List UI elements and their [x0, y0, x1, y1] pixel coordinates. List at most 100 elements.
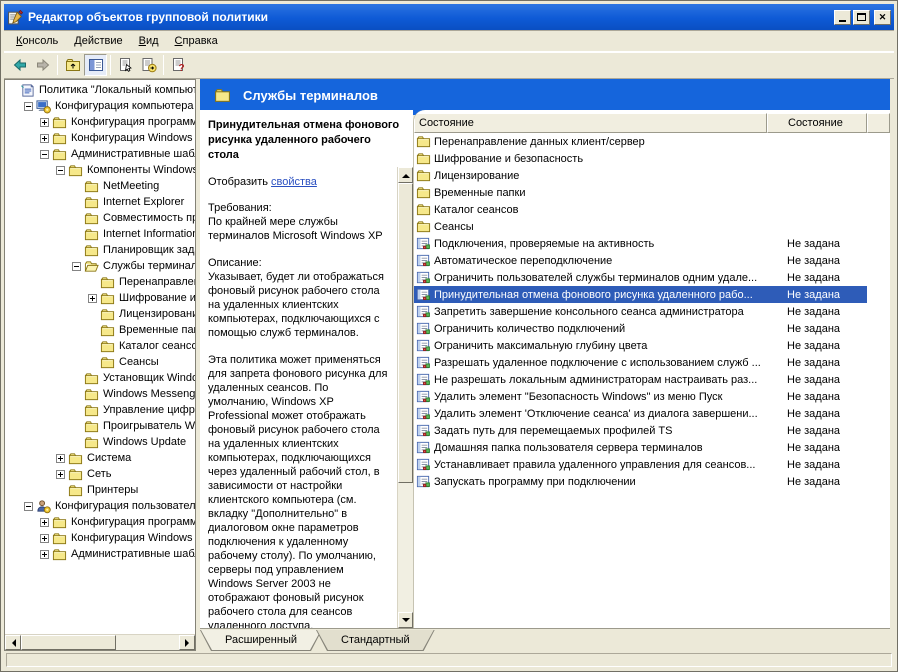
tree-item[interactable]: Конфигурация компьютера: [5, 98, 195, 114]
scroll-track[interactable]: [398, 483, 413, 612]
tree-item[interactable]: Конфигурация программ: [5, 514, 195, 530]
expand-icon[interactable]: [40, 134, 49, 143]
tree-item[interactable]: Планировщик заданий: [5, 242, 195, 258]
setting-cell[interactable]: Домашняя папка пользователя сервера терм…: [414, 439, 767, 456]
list-folder-row[interactable]: Временные папки: [414, 184, 890, 201]
maximize-button[interactable]: [853, 10, 870, 25]
list-policy-row[interactable]: Домашняя папка пользователя сервера терм…: [414, 439, 890, 456]
list-policy-row[interactable]: Задать путь для перемещаемых профилей TS…: [414, 422, 890, 439]
back-button[interactable]: [8, 54, 31, 76]
setting-cell[interactable]: Устанавливает правила удаленного управле…: [414, 456, 767, 473]
list-policy-row[interactable]: Не разрешать локальным администраторам н…: [414, 371, 890, 388]
column-header-setting[interactable]: Состояние: [414, 113, 767, 133]
tree-item[interactable]: Система: [5, 450, 195, 466]
properties-button[interactable]: [114, 54, 137, 76]
scroll-track[interactable]: [116, 635, 179, 650]
list-folder-row[interactable]: Сеансы: [414, 218, 890, 235]
show-hide-console-tree-button[interactable]: [84, 54, 107, 76]
tree-item[interactable]: Конфигурация пользователя: [5, 498, 195, 514]
list-folder-row[interactable]: Шифрование и безопасность: [414, 150, 890, 167]
forward-button[interactable]: [31, 54, 54, 76]
menu-view[interactable]: Вид: [131, 32, 167, 50]
tree-item[interactable]: Установщик Windows: [5, 370, 195, 386]
list-policy-row[interactable]: Принудительная отмена фонового рисунка у…: [414, 286, 890, 303]
collapse-icon[interactable]: [72, 262, 81, 271]
tree-item[interactable]: Internet Explorer: [5, 194, 195, 210]
setting-cell[interactable]: Принудительная отмена фонового рисунка у…: [414, 286, 767, 303]
help-button[interactable]: ?: [167, 54, 190, 76]
tree-item[interactable]: Службы терминалов: [5, 258, 195, 274]
setting-cell[interactable]: Сеансы: [414, 218, 767, 235]
scroll-down-button[interactable]: [398, 612, 413, 628]
setting-cell[interactable]: Лицензирование: [414, 167, 767, 184]
scroll-left-button[interactable]: [5, 635, 21, 650]
up-one-level-button[interactable]: [61, 54, 84, 76]
close-button[interactable]: ✕: [874, 10, 891, 25]
setting-cell[interactable]: Временные папки: [414, 184, 767, 201]
tree-item[interactable]: Шифрование и безопасность: [5, 290, 195, 306]
minimize-button[interactable]: [834, 10, 851, 25]
list-policy-row[interactable]: Разрешать удаленное подключение с исполь…: [414, 354, 890, 371]
tree-item[interactable]: Политика "Локальный компьютер": [5, 82, 195, 98]
tree-item[interactable]: Конфигурация программ: [5, 114, 195, 130]
vertical-scroll-thumb[interactable]: [398, 183, 413, 483]
setting-cell[interactable]: Разрешать удаленное подключение с исполь…: [414, 354, 767, 371]
menu-help[interactable]: Справка: [167, 32, 226, 50]
collapse-icon[interactable]: [24, 102, 33, 111]
tree-item[interactable]: Совместимость приложений: [5, 210, 195, 226]
setting-cell[interactable]: Перенаправление данных клиент/сервер: [414, 133, 767, 150]
tree-item[interactable]: Перенаправление данных: [5, 274, 195, 290]
tree-item[interactable]: Принтеры: [5, 482, 195, 498]
setting-cell[interactable]: Удалить элемент "Безопасность Windows" и…: [414, 388, 767, 405]
tree-item[interactable]: Лицензирование: [5, 306, 195, 322]
menu-action[interactable]: Действие: [66, 32, 130, 50]
list-folder-row[interactable]: Лицензирование: [414, 167, 890, 184]
title-bar[interactable]: Редактор объектов групповой политики ✕: [4, 4, 894, 30]
tree-item[interactable]: Проигрыватель Windows Media: [5, 418, 195, 434]
setting-cell[interactable]: Удалить элемент 'Отключение сеанса' из д…: [414, 405, 767, 422]
tree-item[interactable]: NetMeeting: [5, 178, 195, 194]
list-policy-row[interactable]: Ограничить максимальную глубину цветаНе …: [414, 337, 890, 354]
setting-cell[interactable]: Каталог сеансов: [414, 201, 767, 218]
tree-item[interactable]: Временные папки: [5, 322, 195, 338]
expand-icon[interactable]: [40, 518, 49, 527]
tree-item[interactable]: Internet Information Services: [5, 226, 195, 242]
collapse-icon[interactable]: [24, 502, 33, 511]
scroll-up-button[interactable]: [398, 167, 413, 183]
list-policy-row[interactable]: Запускать программу при подключенииНе за…: [414, 473, 890, 490]
setting-cell[interactable]: Автоматическое переподключение: [414, 252, 767, 269]
menu-console[interactable]: Консоль: [8, 32, 66, 50]
collapse-icon[interactable]: [56, 166, 65, 175]
properties-link[interactable]: свойства: [271, 176, 317, 188]
list-policy-row[interactable]: Ограничить пользователей службы терминал…: [414, 269, 890, 286]
tree-item[interactable]: Конфигурация Windows: [5, 130, 195, 146]
list-folder-row[interactable]: Перенаправление данных клиент/сервер: [414, 133, 890, 150]
tree-item[interactable]: Административные шаблоны: [5, 546, 195, 562]
list-policy-row[interactable]: Подключения, проверяемые на активностьНе…: [414, 235, 890, 252]
expand-icon[interactable]: [88, 294, 97, 303]
tree-item[interactable]: Компоненты Windows: [5, 162, 195, 178]
tab-extended[interactable]: Расширенный: [200, 630, 322, 651]
column-header-state[interactable]: Состояние: [767, 113, 867, 133]
setting-cell[interactable]: Не разрешать локальным администраторам н…: [414, 371, 767, 388]
expand-icon[interactable]: [56, 454, 65, 463]
list-folder-row[interactable]: Каталог сеансов: [414, 201, 890, 218]
expand-icon[interactable]: [40, 118, 49, 127]
setting-cell[interactable]: Ограничить количество подключений: [414, 320, 767, 337]
column-header-extra[interactable]: [867, 113, 890, 133]
list-policy-row[interactable]: Запретить завершение консольного сеанса …: [414, 303, 890, 320]
tree-item[interactable]: Windows Update: [5, 434, 195, 450]
list-policy-row[interactable]: Удалить элемент "Безопасность Windows" и…: [414, 388, 890, 405]
setting-cell[interactable]: Шифрование и безопасность: [414, 150, 767, 167]
scroll-right-button[interactable]: [179, 635, 195, 650]
list-policy-row[interactable]: Удалить элемент 'Отключение сеанса' из д…: [414, 405, 890, 422]
setting-cell[interactable]: Запускать программу при подключении: [414, 473, 767, 490]
list-policy-row[interactable]: Автоматическое переподключениеНе задана: [414, 252, 890, 269]
tree-item[interactable]: Каталог сеансов: [5, 338, 195, 354]
setting-cell[interactable]: Ограничить пользователей службы терминал…: [414, 269, 767, 286]
expand-icon[interactable]: [40, 534, 49, 543]
setting-cell[interactable]: Подключения, проверяемые на активность: [414, 235, 767, 252]
setting-cell[interactable]: Ограничить максимальную глубину цвета: [414, 337, 767, 354]
list-policy-row[interactable]: Устанавливает правила удаленного управле…: [414, 456, 890, 473]
export-list-button[interactable]: [137, 54, 160, 76]
